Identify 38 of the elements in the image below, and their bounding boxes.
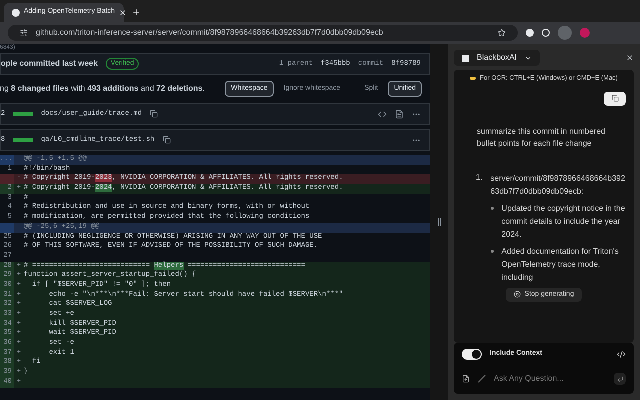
- attach-icon[interactable]: [462, 375, 470, 383]
- bullet-icon: [490, 250, 494, 253]
- file-icon[interactable]: [395, 110, 404, 118]
- bullet-text: Added documentation for Triton's OpenTelemetry trace mode, including: [502, 246, 620, 284]
- user-message: summarize this commit in numbered bullet points for each file change: [476, 126, 606, 150]
- resize-handle[interactable]: [438, 218, 440, 226]
- toggle-switch[interactable]: [462, 349, 482, 360]
- copy-icon: [612, 95, 618, 102]
- code-view-icon[interactable]: [378, 110, 387, 118]
- close-icon[interactable]: [626, 54, 634, 62]
- diffstat-icon: [13, 112, 34, 116]
- panel-title: BlackboxAI: [477, 52, 518, 64]
- star-icon[interactable]: [498, 29, 506, 37]
- close-icon[interactable]: [119, 8, 128, 16]
- copy-icon[interactable]: [150, 110, 158, 118]
- diff-summary: ng 8 changed files with 493 additions and 72 deletions.: [0, 83, 205, 95]
- line-number-cell: [0, 222, 14, 232]
- bullet-icon: [490, 206, 494, 210]
- caret-icon: [525, 54, 532, 62]
- stop-icon: [514, 291, 521, 298]
- diffstat-icon: [13, 138, 34, 142]
- line-number-cell: [0, 174, 14, 184]
- slash-icon[interactable]: [478, 375, 486, 383]
- list-item-text: server/commit/8f9878966468664b39263db7f7d0dbb09db09ecb:: [490, 172, 626, 198]
- copy-icon[interactable]: [162, 136, 171, 144]
- enter-icon: [616, 376, 624, 382]
- list-number: 1.: [476, 172, 483, 184]
- address-bar[interactable]: github.com/triton-inference-server/server/commit/8f9878966468664b39263db7f7d0dbb09db09ecb: [8, 25, 518, 41]
- code-icon[interactable]: [617, 350, 626, 359]
- bullet-text: Updated the copyright notice in the commit details to include the year 2024.: [502, 202, 626, 241]
- extension-selector[interactable]: BlackboxAI: [454, 50, 540, 66]
- new-tab-icon[interactable]: [132, 8, 141, 17]
- commit-author: ople committed last week: [1, 58, 98, 70]
- url-text: github.com/triton-inference-server/server/commit/8f9878966468664b39263db7f7d0dbb09db09ecb: [36, 27, 384, 39]
- send-button[interactable]: [614, 373, 626, 385]
- copy-button[interactable]: [604, 92, 626, 106]
- site-settings-icon[interactable]: [20, 29, 28, 37]
- question-input[interactable]: Ask Any Question...: [494, 373, 606, 385]
